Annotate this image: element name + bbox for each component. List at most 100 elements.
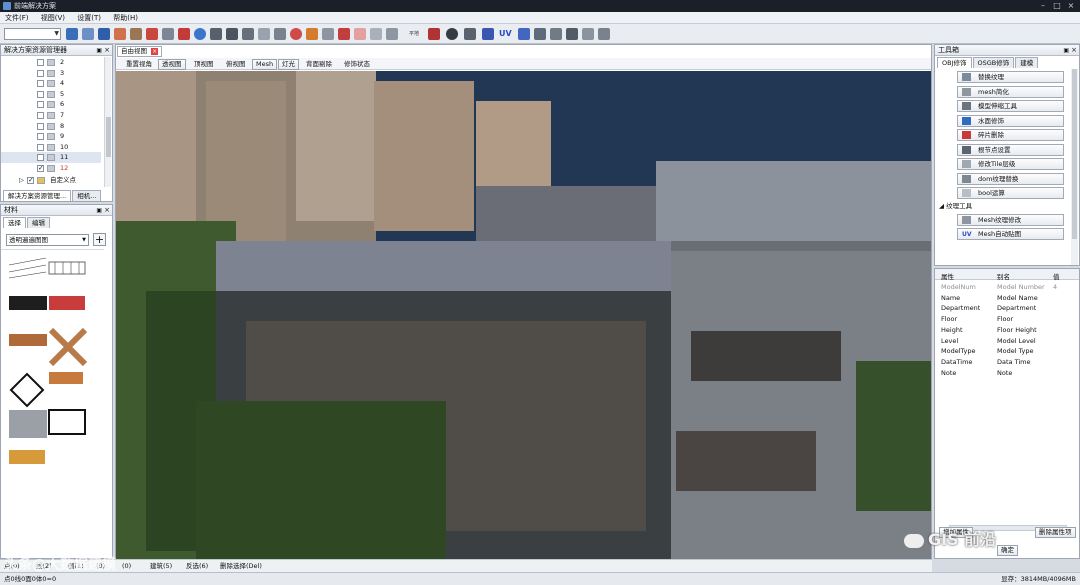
thumb-red-fence[interactable] — [49, 296, 85, 310]
tree-item[interactable]: 5 — [1, 89, 101, 100]
texture-tools-section[interactable]: ◢ 纹理工具 — [939, 201, 972, 211]
mesh-button[interactable]: Mesh — [252, 59, 278, 70]
top-view-button[interactable]: 顶视图 — [190, 59, 218, 70]
mesh-icon[interactable] — [146, 28, 158, 40]
tree-item-custom[interactable]: ▷ 自定义点 — [1, 175, 111, 186]
pin-icon[interactable]: ▣ — [1063, 45, 1069, 56]
expand-icon[interactable]: ▷ — [19, 175, 24, 185]
tree-item[interactable]: 6 — [1, 99, 101, 110]
tab-modeling[interactable]: 建模 — [1015, 57, 1039, 68]
tab-select[interactable]: 选择 — [3, 217, 26, 228]
frame-icon[interactable] — [178, 28, 190, 40]
3d-scene[interactable] — [116, 71, 931, 559]
select-type2-button[interactable]: (0) — [122, 560, 131, 572]
close-icon[interactable]: × — [1064, 0, 1078, 12]
thumb-wire-fence[interactable] — [8, 257, 47, 279]
tool-button[interactable]: Mesh纹理修改 — [957, 213, 1064, 226]
tower-icon[interactable] — [162, 28, 174, 40]
box-icon[interactable] — [130, 28, 142, 40]
checkbox[interactable] — [37, 69, 44, 77]
thumb-wood-cross[interactable] — [48, 327, 88, 367]
document-icon[interactable] — [582, 28, 594, 40]
checkbox[interactable] — [37, 122, 44, 130]
checkbox[interactable] — [37, 101, 44, 109]
stairs-icon[interactable] — [550, 28, 562, 40]
maximize-icon[interactable]: □ — [1050, 0, 1064, 12]
panel-icon[interactable] — [98, 28, 110, 40]
menu-settings[interactable]: 设置(T) — [72, 12, 106, 24]
tool-button[interactable]: 替换纹理 — [957, 71, 1064, 83]
perspective-button[interactable]: 透视图 — [158, 59, 186, 70]
checkbox[interactable] — [37, 133, 44, 141]
tool-button[interactable]: dom纹理替换 — [957, 172, 1064, 185]
measure-icon[interactable] — [258, 28, 270, 40]
layer-combo[interactable]: ▼ — [4, 28, 61, 40]
tool-button[interactable]: mesh简化 — [957, 85, 1064, 98]
property-row[interactable]: ModelNum Model Number 4 — [935, 282, 1079, 293]
tree-item[interactable]: 12 — [1, 163, 101, 174]
menu-help[interactable]: 帮助(H) — [108, 12, 143, 24]
checkbox[interactable] — [37, 112, 44, 119]
camera-icon[interactable] — [274, 28, 286, 40]
tool-button[interactable]: 水面修饰 — [957, 114, 1064, 127]
target-icon[interactable] — [290, 28, 302, 40]
reset-view-button[interactable]: 重置视角 — [122, 59, 156, 70]
stamp-icon[interactable] — [242, 28, 254, 40]
property-row[interactable]: ModelType Model Type — [935, 346, 1079, 357]
gear-red-icon[interactable] — [338, 28, 350, 40]
thumb-rail-fence[interactable] — [48, 261, 86, 275]
thumb-steel-fence[interactable] — [9, 410, 47, 438]
property-row[interactable]: Name Model Name — [935, 293, 1079, 304]
hierarchy-icon[interactable] — [566, 28, 578, 40]
pin-icon[interactable]: ▣ — [96, 45, 102, 56]
scrollbar[interactable] — [104, 57, 111, 187]
minimize-icon[interactable]: – — [1036, 0, 1050, 12]
property-row[interactable]: Note Note — [935, 368, 1079, 379]
tool-button[interactable]: 碎片删除 — [957, 129, 1064, 141]
scrollbar[interactable] — [1071, 69, 1078, 265]
checkbox[interactable] — [27, 175, 34, 185]
property-row[interactable]: DataTime Data Time — [935, 357, 1079, 368]
property-row[interactable]: Level Model Level — [935, 336, 1079, 347]
tree-item[interactable]: 2 — [1, 57, 101, 68]
light-button[interactable]: 灯光 — [278, 59, 299, 70]
tree-item[interactable]: 8 — [1, 121, 101, 132]
tab-edit[interactable]: 编辑 — [27, 217, 50, 228]
close-icon[interactable]: × — [151, 48, 159, 55]
edit-state-button[interactable]: 修饰状态 — [340, 59, 374, 70]
house-icon[interactable] — [534, 28, 546, 40]
cube-icon[interactable] — [518, 28, 530, 40]
tab-camera[interactable]: 相机... — [72, 190, 102, 201]
warning-icon[interactable] — [306, 28, 318, 40]
checkbox[interactable] — [37, 163, 44, 173]
menu-view[interactable]: 视图(V) — [36, 12, 70, 24]
delete-property-button[interactable]: 删除属性项 — [1035, 527, 1076, 538]
table-icon[interactable] — [482, 28, 494, 40]
link-icon[interactable] — [370, 28, 382, 40]
property-row[interactable]: Floor Floor — [935, 314, 1079, 325]
checkbox[interactable] — [37, 80, 44, 88]
checkbox[interactable] — [37, 154, 44, 162]
backface-culling-button[interactable]: 背面剔除 — [302, 59, 336, 70]
cursor-icon[interactable] — [210, 28, 222, 40]
property-row[interactable]: Department Department — [935, 303, 1079, 314]
layers-icon[interactable] — [82, 28, 94, 40]
invert-selection-button[interactable]: 反选(6) — [186, 560, 208, 572]
brush-icon[interactable] — [226, 28, 238, 40]
tab-obj[interactable]: OBJ修饰 — [937, 57, 972, 68]
close-icon[interactable]: × — [104, 205, 110, 216]
grid-icon[interactable] — [66, 28, 78, 40]
cut-icon[interactable] — [428, 28, 440, 40]
checkbox[interactable] — [37, 90, 44, 98]
menu-file[interactable]: 文件(F) — [0, 12, 34, 24]
tree-item[interactable]: 3 — [1, 68, 101, 79]
tree-item[interactable]: 4 — [1, 78, 101, 89]
tool-button[interactable]: 修改Tile层级 — [957, 158, 1064, 170]
close-icon[interactable]: × — [104, 45, 110, 56]
flatten-button[interactable]: 平地 — [409, 28, 423, 40]
confirm-button[interactable]: 确定 — [997, 545, 1018, 556]
tab-osgb[interactable]: OSGB修饰 — [972, 57, 1015, 68]
thumb-iron-fence[interactable] — [48, 409, 86, 435]
add-material-button[interactable]: + — [93, 233, 106, 246]
thumb-orange-fence[interactable] — [49, 372, 83, 384]
